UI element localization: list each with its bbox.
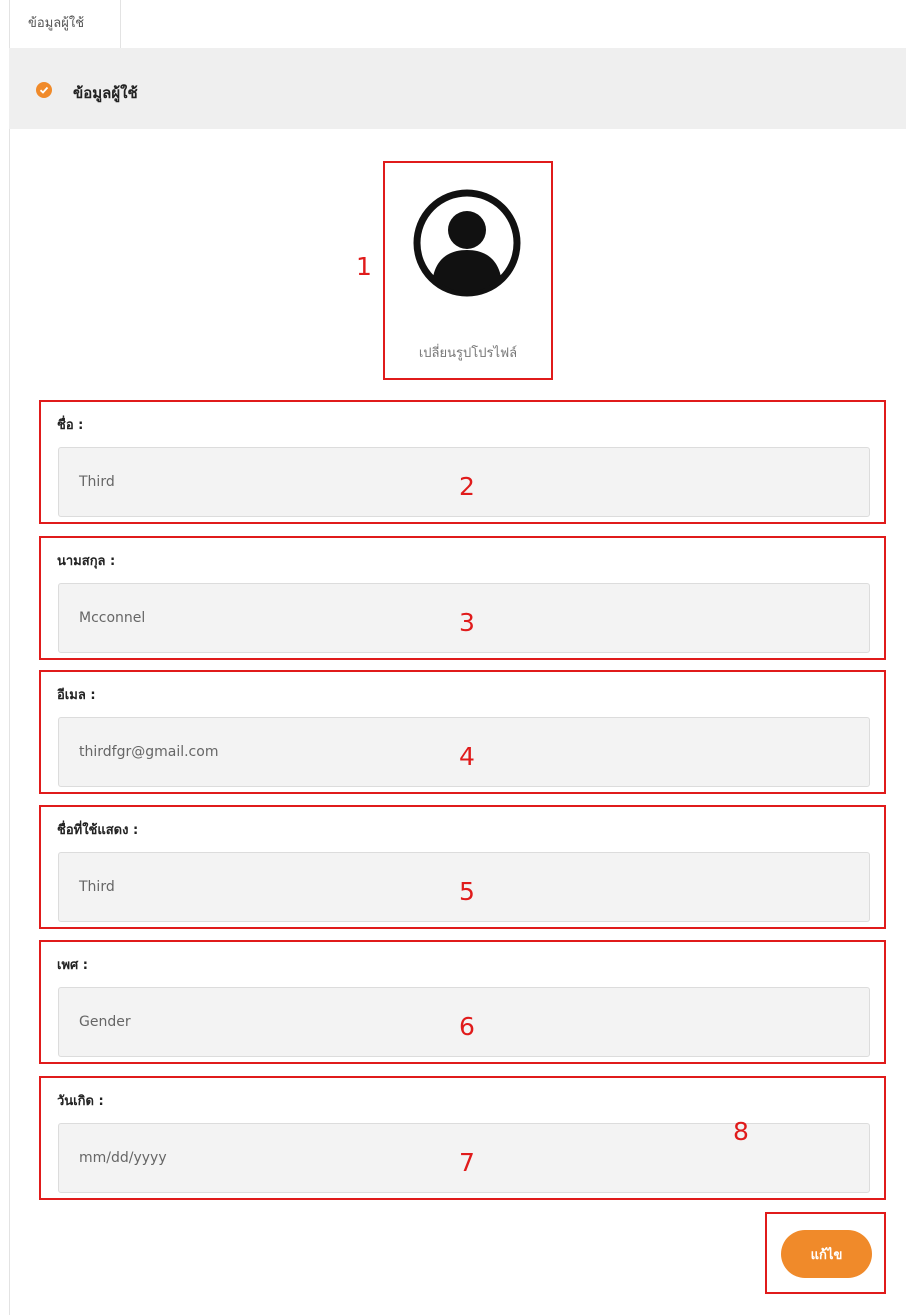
section-header: ข้อมูลผู้ใช้ <box>9 48 906 129</box>
display-name-group: ชื่อที่ใช้แสดง : Third 5 <box>39 805 886 929</box>
email-group: อีเมล : thirdfgr@gmail.com 4 <box>39 670 886 794</box>
user-avatar-icon <box>413 189 521 297</box>
gender-label: เพศ : <box>57 958 88 973</box>
change-profile-picture-link[interactable]: เปลี่ยนรูปโปรไฟล์ <box>385 342 551 363</box>
display-name-label: ชื่อที่ใช้แสดง : <box>57 823 139 838</box>
annotation-2: 2 <box>459 472 475 501</box>
gender-group: เพศ : Gender 6 <box>39 940 886 1064</box>
birthday-group: วันเกิด : mm/dd/yyyy 7 <box>39 1076 886 1200</box>
annotation-4: 4 <box>459 742 475 771</box>
edit-button-box: แก้ไข <box>765 1212 886 1294</box>
last-name-group: นามสกุล : Mcconnel 3 <box>39 536 886 660</box>
annotation-8: 8 <box>733 1117 749 1146</box>
annotation-7: 7 <box>459 1148 475 1177</box>
tab-user-info[interactable]: ข้อมูลผู้ใช้ <box>9 0 121 49</box>
annotation-1: 1 <box>356 252 372 281</box>
edit-button[interactable]: แก้ไข <box>781 1230 872 1278</box>
last-name-label: นามสกุล : <box>57 554 116 569</box>
profile-picture-box[interactable]: เปลี่ยนรูปโปรไฟล์ <box>383 161 553 380</box>
tab-strip: ข้อมูลผู้ใช้ <box>0 0 906 49</box>
first-name-group: ชื่อ : Third 2 <box>39 400 886 524</box>
email-label: อีเมล : <box>57 688 96 703</box>
check-circle-icon <box>36 82 52 98</box>
birthday-label: วันเกิด : <box>57 1094 104 1109</box>
annotation-5: 5 <box>459 877 475 906</box>
first-name-label: ชื่อ : <box>57 418 84 433</box>
section-title: ข้อมูลผู้ใช้ <box>73 84 138 102</box>
left-divider <box>9 48 10 1315</box>
annotation-6: 6 <box>459 1012 475 1041</box>
annotation-3: 3 <box>459 608 475 637</box>
